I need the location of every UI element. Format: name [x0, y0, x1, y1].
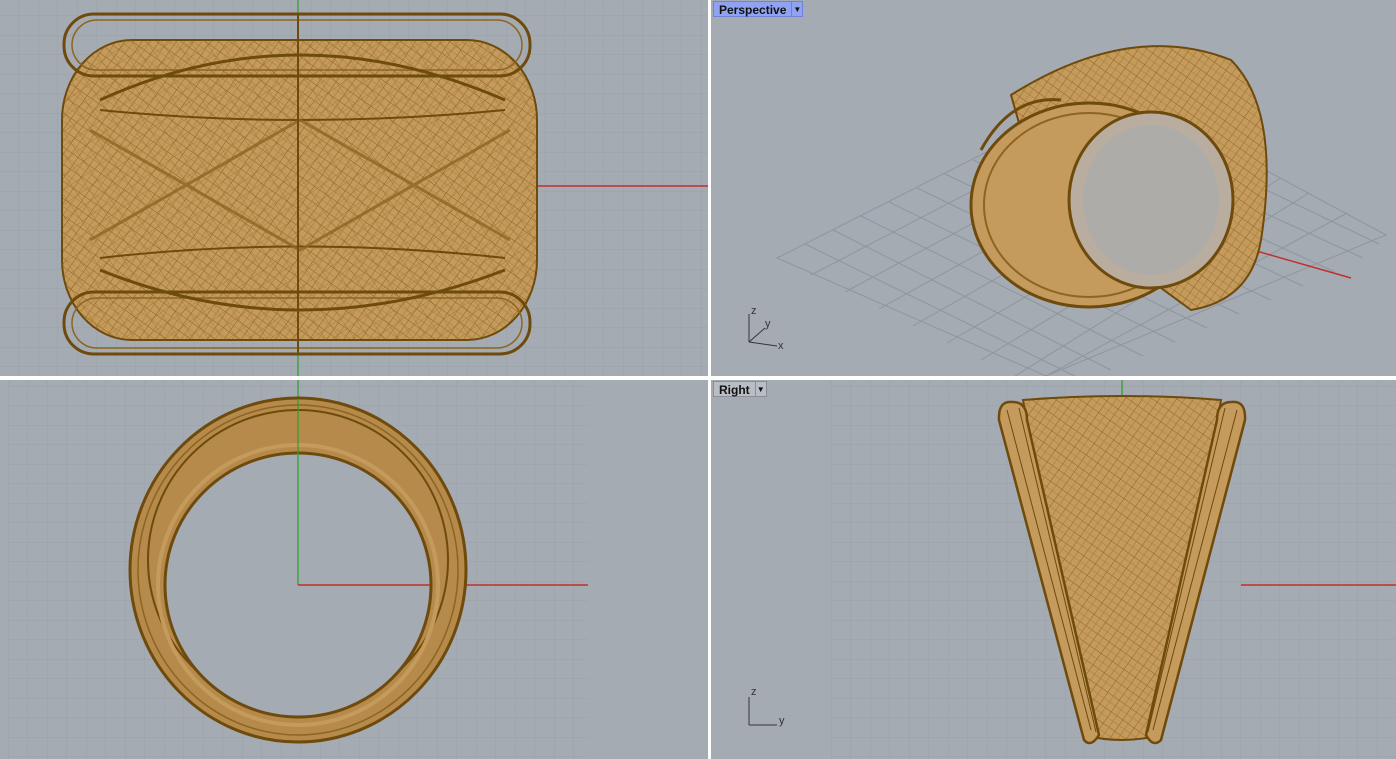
axis-z-label: z	[751, 305, 757, 317]
right-viewport[interactable]: Right ▼ z y	[711, 380, 1396, 759]
axis-triad-icon: z y	[748, 686, 785, 727]
top-viewport[interactable]	[0, 0, 708, 376]
perspective-canvas[interactable]	[711, 0, 1396, 376]
right-view-canvas[interactable]	[711, 380, 1396, 759]
top-view-canvas[interactable]	[0, 0, 708, 376]
axis-y-label: y	[779, 715, 785, 727]
perspective-viewport-tab[interactable]: Perspective ▼	[713, 1, 804, 17]
ring-wireframe-top	[61, 12, 538, 356]
axis-x-label: x	[778, 340, 784, 352]
axis-y-label: y	[765, 318, 771, 330]
dropdown-arrow-icon[interactable]: ▼	[755, 381, 767, 397]
front-viewport[interactable]	[0, 380, 708, 759]
dropdown-arrow-icon[interactable]: ▼	[792, 1, 804, 17]
ring-wireframe-perspective	[969, 45, 1268, 312]
right-viewport-tab[interactable]: Right ▼	[713, 381, 767, 397]
axis-triad-icon: z y x	[748, 305, 784, 352]
perspective-viewport[interactable]: Perspective ▼ z y x	[711, 0, 1396, 376]
front-view-canvas[interactable]	[0, 380, 708, 759]
viewport-title[interactable]: Right	[713, 381, 756, 397]
ring-wireframe-front	[128, 396, 468, 744]
viewport-title[interactable]: Perspective	[713, 1, 793, 17]
axis-z-label: z	[751, 686, 757, 698]
